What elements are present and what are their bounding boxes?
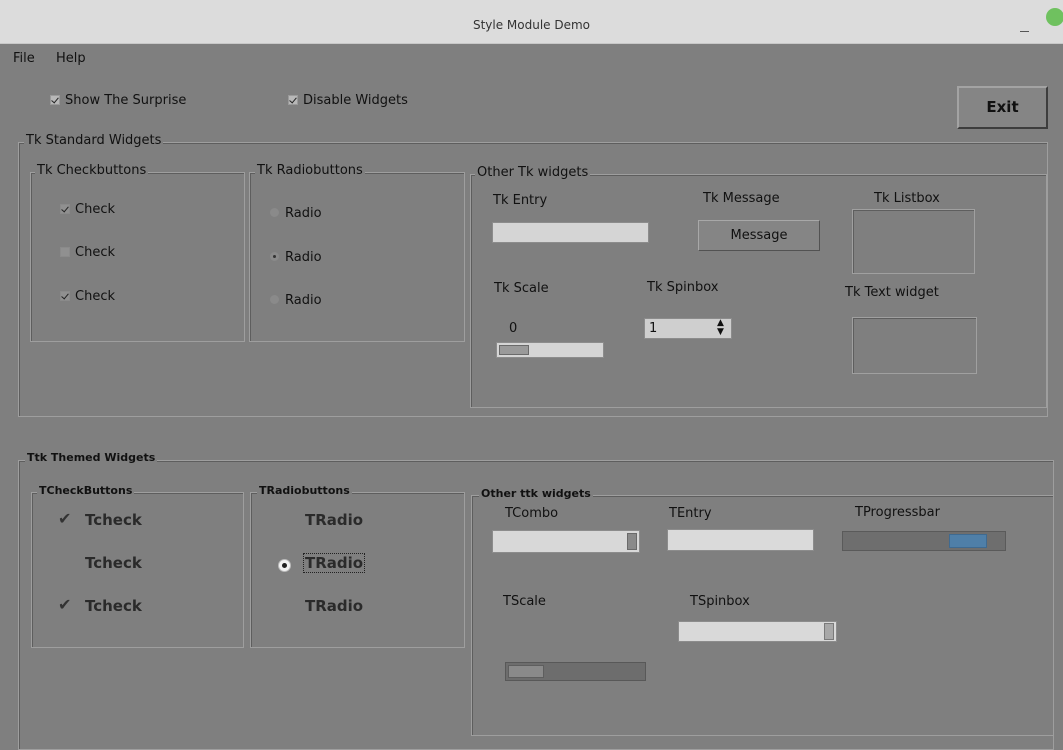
ttk-radiobuttons-title: TRadiobuttons <box>257 484 352 497</box>
minimize-icon[interactable] <box>1018 20 1032 34</box>
tk-listbox[interactable] <box>852 209 975 274</box>
menu-help[interactable]: Help <box>56 51 86 66</box>
check-mark-icon: ✔ <box>58 509 72 528</box>
tk-standard-widgets-title: Tk Standard Widgets <box>24 133 164 148</box>
ttk-themed-widgets-title: Ttk Themed Widgets <box>25 451 158 464</box>
tk-text-widget-label: Tk Text widget <box>845 285 939 300</box>
ttk-spinbox-label: TSpinbox <box>690 594 750 609</box>
tk-spinbox[interactable]: 1 ▲ ▼ <box>644 318 732 339</box>
maximize-icon[interactable] <box>1046 8 1063 26</box>
tk-text-widget[interactable] <box>852 317 977 374</box>
tk-radio-2[interactable]: Radio <box>270 250 322 265</box>
other-tk-widgets-title: Other Tk widgets <box>475 165 591 180</box>
tk-entry-field[interactable] <box>492 222 649 243</box>
progressbar-indicator <box>949 534 987 548</box>
other-ttk-widgets-title: Other ttk widgets <box>479 487 593 500</box>
radio-dot-icon <box>278 559 291 572</box>
ttk-radio-1[interactable]: TRadio <box>305 511 363 529</box>
tk-spinbox-value: 1 <box>649 321 658 336</box>
tk-check-2[interactable]: Check <box>60 245 115 260</box>
tk-message-box: Message <box>698 220 820 251</box>
tk-radio-3[interactable]: Radio <box>270 293 322 308</box>
exit-button[interactable]: Exit <box>957 86 1048 129</box>
tk-checkbuttons-title: Tk Checkbuttons <box>35 163 149 178</box>
checkbox-checked-icon <box>60 291 70 301</box>
ttk-checkbuttons-title: TCheckButtons <box>37 484 135 497</box>
ttk-entry-label: TEntry <box>669 506 712 521</box>
tk-entry-label: Tk Entry <box>493 193 548 208</box>
radio-dot-icon <box>270 252 279 261</box>
spinbox-arrows-icon[interactable]: ▲ ▼ <box>717 319 724 337</box>
tk-scale-value: 0 <box>509 321 518 336</box>
checkbox-checked-icon <box>60 204 70 214</box>
tk-radio-1[interactable]: Radio <box>270 206 322 221</box>
ttk-spinbox[interactable] <box>678 621 837 642</box>
tk-scale-slider[interactable] <box>499 345 529 355</box>
check-mark-icon: ✔ <box>58 595 72 614</box>
menu-file[interactable]: File <box>13 51 35 66</box>
spinbox-arrows-icon[interactable] <box>824 623 834 640</box>
checkbox-checked-icon <box>288 95 298 105</box>
ttk-progressbar <box>842 531 1006 551</box>
ttk-check-2[interactable]: Tcheck <box>85 554 142 572</box>
ttk-progressbar-label: TProgressbar <box>855 505 940 520</box>
ttk-combobox[interactable] <box>492 530 640 553</box>
ttk-check-3[interactable]: Tcheck <box>85 597 142 615</box>
checkbox-checked-icon <box>50 95 60 105</box>
tk-check-1[interactable]: Check <box>60 202 115 217</box>
ttk-radio-3[interactable]: TRadio <box>305 597 363 615</box>
tk-check-3[interactable]: Check <box>60 289 115 304</box>
combo-dropdown-icon[interactable] <box>627 533 637 550</box>
show-surprise-checkbox[interactable]: Show The Surprise <box>50 93 186 108</box>
ttk-check-1[interactable]: Tcheck <box>85 511 142 529</box>
tk-scale-trough[interactable] <box>496 342 604 358</box>
tk-message-label: Tk Message <box>703 191 780 206</box>
title-bar: Style Module Demo <box>0 0 1063 44</box>
menu-bar: File Help <box>0 45 1063 73</box>
tk-scale-label: Tk Scale <box>494 281 549 296</box>
checkbox-empty-icon <box>60 247 70 257</box>
tk-radiobuttons-title: Tk Radiobuttons <box>255 163 365 178</box>
ttk-entry-field[interactable] <box>667 529 814 551</box>
radio-empty-icon <box>270 295 279 304</box>
window-title: Style Module Demo <box>472 18 591 32</box>
ttk-scale-slider[interactable] <box>508 665 544 678</box>
ttk-scale-label: TScale <box>503 594 546 609</box>
tk-spinbox-label: Tk Spinbox <box>647 280 719 295</box>
disable-widgets-checkbox[interactable]: Disable Widgets <box>288 93 408 108</box>
ttk-scale-trough[interactable] <box>505 662 646 681</box>
ttk-combo-label: TCombo <box>505 506 559 521</box>
radio-empty-icon <box>270 208 279 217</box>
ttk-radio-2[interactable]: TRadio <box>303 553 366 573</box>
tk-listbox-label: Tk Listbox <box>874 191 940 206</box>
